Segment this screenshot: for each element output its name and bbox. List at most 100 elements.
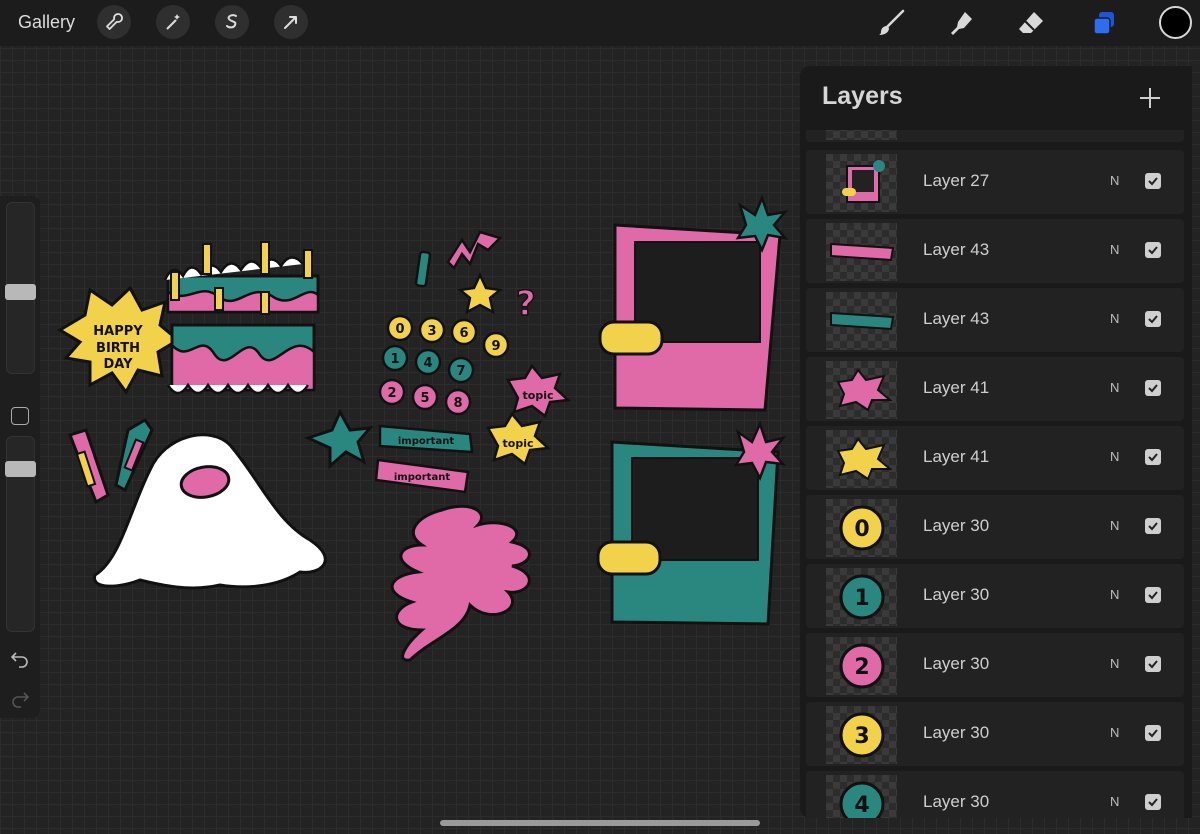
svg-text:9: 9 [491, 339, 500, 354]
smudge-button[interactable] [944, 6, 978, 40]
layers-panel: Layers Layer 27 N Layer 43 N Layer 43 N … [800, 66, 1192, 818]
layer-row[interactable]: Layer 41 N [806, 426, 1184, 490]
layer-visibility-checkbox[interactable] [1145, 518, 1161, 534]
blend-mode-button[interactable]: N [1110, 242, 1119, 257]
layers-icon [1093, 12, 1114, 35]
svg-text:3: 3 [427, 324, 436, 339]
layer-name: Layer 30 [923, 792, 990, 811]
pink-photo-frame [598, 194, 789, 412]
blend-mode-button[interactable]: N [1110, 311, 1119, 326]
svg-text:3: 3 [854, 724, 869, 749]
top-toolbar: Gallery [0, 0, 1200, 46]
svg-text:8: 8 [453, 396, 462, 411]
pink-important-label: important [374, 458, 470, 494]
layer-name: Layer 30 [923, 585, 990, 604]
yellow-star-sticker [456, 272, 504, 315]
happy-birthday-sticker: HAPPY BIRTH DAY [57, 285, 181, 395]
opacity-thumb[interactable] [5, 461, 36, 477]
pink-zigzag-sticker [446, 230, 503, 271]
layer-name: Layer 30 [923, 516, 990, 535]
plus-icon [1140, 88, 1160, 108]
teal-photo-frame [596, 420, 787, 626]
layers-button[interactable] [1087, 6, 1121, 40]
selection-button[interactable] [215, 5, 249, 39]
svg-text:1: 1 [854, 586, 869, 611]
layer-row[interactable]: Layer 27 N [806, 150, 1184, 214]
home-indicator[interactable] [440, 820, 760, 826]
layer-name: Layer 30 [923, 723, 990, 742]
layer-name: Layer 43 [923, 309, 990, 328]
transform-button[interactable] [274, 5, 308, 39]
magic-wand-icon [166, 14, 180, 30]
layer-row[interactable]: 4 Layer 30 N [806, 771, 1184, 818]
layer-name: Layer 27 [923, 171, 990, 190]
modify-button[interactable] [11, 407, 29, 425]
redo-icon [12, 692, 30, 708]
layer-row[interactable] [806, 130, 1184, 142]
layer-visibility-checkbox[interactable] [1145, 242, 1161, 258]
gallery-button[interactable]: Gallery [18, 12, 75, 33]
layer-row[interactable]: 3 Layer 30 N [806, 702, 1184, 766]
color-picker-swatch[interactable] [1159, 6, 1192, 39]
layer-thumbnail: 2 [826, 637, 897, 695]
blend-mode-button[interactable]: N [1110, 656, 1119, 671]
selection-icon [226, 14, 237, 29]
canvas-artwork[interactable]: HAPPY BIRTH DAY ? 0 3 6 9 1 4 7 2 5 8 to… [50, 180, 810, 700]
svg-text:5: 5 [420, 391, 429, 406]
layer-visibility-checkbox[interactable] [1145, 656, 1161, 672]
eraser-button[interactable] [1014, 6, 1048, 40]
question-mark-sticker: ? [516, 284, 536, 324]
svg-text:6: 6 [459, 326, 468, 341]
layer-visibility-checkbox[interactable] [1145, 449, 1161, 465]
add-layer-button[interactable] [1136, 84, 1164, 112]
layer-row[interactable]: 2 Layer 30 N [806, 633, 1184, 697]
layer-name: Layer 41 [923, 378, 990, 397]
wrench-icon [106, 13, 123, 30]
blend-mode-button[interactable]: N [1110, 173, 1119, 188]
blend-mode-button[interactable]: N [1110, 725, 1119, 740]
transform-arrow-icon [284, 16, 297, 29]
svg-text:DAY: DAY [103, 357, 133, 372]
layer-thumbnail [826, 223, 897, 281]
blend-mode-button[interactable]: N [1110, 380, 1119, 395]
layer-list[interactable]: Layer 27 N Layer 43 N Layer 43 N Layer 4… [800, 130, 1192, 818]
blend-mode-button[interactable]: N [1110, 794, 1119, 809]
layer-visibility-checkbox[interactable] [1145, 173, 1161, 189]
svg-text:1: 1 [390, 352, 399, 367]
blend-mode-button[interactable]: N [1110, 518, 1119, 533]
layer-thumbnail: 4 [826, 775, 897, 818]
number-stickers: 0 3 6 9 1 4 7 2 5 8 [378, 314, 510, 416]
blend-mode-button[interactable]: N [1110, 449, 1119, 464]
svg-text:important: important [398, 436, 454, 447]
pink-topic-sticker: topic [506, 363, 571, 419]
layer-visibility-checkbox[interactable] [1145, 587, 1161, 603]
svg-text:2: 2 [387, 386, 396, 401]
brush-icon [879, 9, 905, 35]
undo-button[interactable] [10, 648, 30, 668]
brush-size-thumb[interactable] [5, 284, 36, 300]
layer-row[interactable]: 0 Layer 30 N [806, 495, 1184, 559]
pink-splash-sticker [390, 504, 531, 662]
actions-button[interactable] [97, 5, 131, 39]
layer-thumbnail: 3 [826, 706, 897, 764]
layer-visibility-checkbox[interactable] [1145, 311, 1161, 327]
svg-text:BIRTH: BIRTH [96, 341, 140, 356]
layer-visibility-checkbox[interactable] [1145, 725, 1161, 741]
svg-text:topic: topic [503, 437, 534, 450]
layer-thumbnail [826, 130, 897, 140]
layer-row[interactable]: 1 Layer 30 N [806, 564, 1184, 628]
brush-button[interactable] [874, 6, 908, 40]
layer-row[interactable]: Layer 43 N [806, 219, 1184, 283]
undo-icon [10, 652, 28, 668]
layer-visibility-checkbox[interactable] [1145, 380, 1161, 396]
adjustments-button[interactable] [156, 5, 190, 39]
layer-visibility-checkbox[interactable] [1145, 794, 1161, 810]
blend-mode-button[interactable]: N [1110, 587, 1119, 602]
birthday-cake-sticker [163, 241, 320, 395]
teal-important-label: important [378, 424, 474, 454]
layer-name: Layer 43 [923, 240, 990, 259]
layer-row[interactable]: Layer 43 N [806, 288, 1184, 352]
layer-name: Layer 41 [923, 447, 990, 466]
layer-row[interactable]: Layer 41 N [806, 357, 1184, 421]
redo-button[interactable] [10, 688, 30, 708]
